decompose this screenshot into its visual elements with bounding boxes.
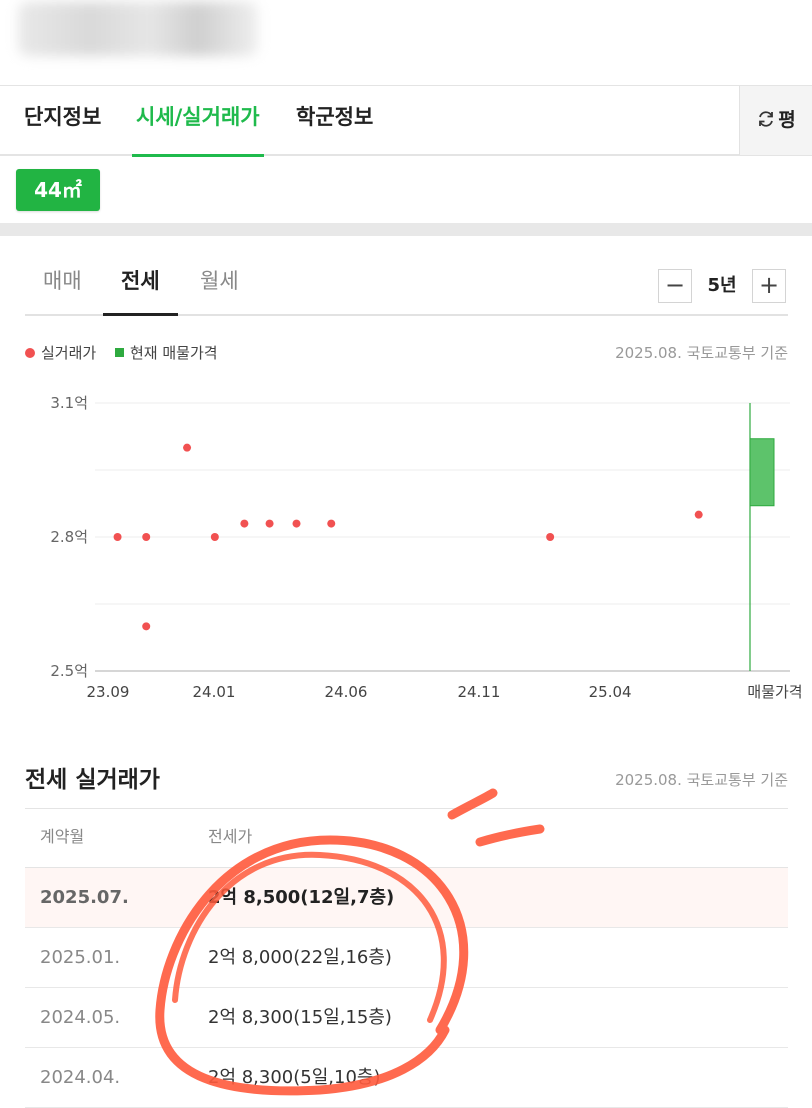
tab-jeonse[interactable]: 전세 (103, 256, 178, 316)
x-tick-label: 24.01 (193, 683, 236, 701)
table-source-note: 2025.08. 국토교통부 기준 (615, 771, 788, 789)
unit-toggle-button[interactable]: 평 (739, 86, 812, 155)
transaction-point (694, 510, 703, 519)
transaction-point (183, 443, 192, 452)
table-header: 계약월 전세가 (25, 809, 788, 868)
table-row[interactable]: 2025.07. 2억 8,500(12일,7층) (25, 868, 788, 928)
transaction-point (240, 519, 249, 528)
table-row[interactable]: 2024.05. 2억 8,300(15일,15층) (25, 988, 788, 1048)
main-tab-bar: 단지정보 시세/실거래가 학군정보 평 (0, 85, 812, 157)
tab-sale[interactable]: 매매 (43, 256, 82, 314)
table-row[interactable]: 2025.01. 2억 8,000(22일,16층) (25, 928, 788, 988)
transaction-table: 계약월 전세가 2025.07. 2억 8,500(12일,7층) 2025.0… (25, 808, 788, 1108)
y-tick-label: 2.8억 (50, 528, 88, 546)
x-tick-label: 23.09 (87, 683, 130, 701)
transaction-point (210, 533, 219, 541)
transaction-point (113, 533, 122, 541)
section-divider (0, 223, 812, 236)
row-price: 2억 8,000(22일,16층) (208, 947, 392, 968)
y-tick-label: 3.1억 (50, 394, 88, 412)
x-tick-label: 24.06 (325, 683, 368, 701)
row-month: 2024.05. (40, 1007, 121, 1028)
transaction-point (265, 519, 274, 528)
section-title: 전세 실거래가 (25, 767, 160, 793)
tab-price[interactable]: 시세/실거래가 (132, 86, 264, 157)
x-tick-label: 25.04 (589, 683, 632, 701)
row-price: 2억 8,500(12일,7층) (208, 887, 395, 908)
legend-listing: 현재 매물가격 (129, 344, 218, 362)
tab-monthly-rent[interactable]: 월세 (200, 256, 239, 314)
row-price: 2억 8,300(5일,10층) (208, 1067, 381, 1088)
unit-label: 평 (778, 109, 796, 131)
transaction-point (546, 533, 555, 541)
x-tick-label: 24.11 (457, 683, 500, 701)
transaction-point (142, 533, 151, 541)
period-decrease-button[interactable]: − (658, 269, 692, 303)
x-tick-label: 매물가격 (747, 683, 802, 701)
area-filter-chip[interactable]: 44㎡ (16, 169, 100, 211)
period-value: 5년 (707, 275, 737, 296)
transaction-dot-icon (25, 347, 35, 358)
tab-school-info[interactable]: 학군정보 (296, 86, 373, 155)
transaction-point (327, 519, 336, 528)
row-month: 2025.01. (40, 947, 121, 968)
listing-square-icon (114, 348, 124, 357)
row-price: 2억 8,300(15일,15층) (208, 1007, 392, 1028)
listing-price-bar (749, 438, 775, 507)
blurred-complex-title (18, 2, 258, 56)
column-header-month: 계약월 (40, 827, 85, 846)
table-row[interactable]: 2024.04. 2억 8,300(5일,10층) (25, 1048, 788, 1108)
refresh-icon (759, 111, 774, 127)
chart-legend: 실거래가 현재 매물가격 (25, 342, 218, 363)
header (0, 0, 812, 85)
chart-source-note: 2025.08. 국토교통부 기준 (615, 344, 788, 362)
transaction-point (292, 519, 301, 528)
column-header-price: 전세가 (208, 827, 253, 846)
legend-transactions: 실거래가 (41, 344, 97, 362)
transaction-point (142, 622, 151, 631)
y-tick-label: 2.5억 (50, 662, 88, 680)
row-month: 2025.07. (40, 887, 129, 908)
row-month: 2024.04. (40, 1067, 121, 1088)
tab-complex-info[interactable]: 단지정보 (24, 86, 101, 155)
period-increase-button[interactable]: + (752, 269, 786, 303)
price-chart: 3.1억 2.8억 2.5억 23.09 24.01 24.06 24.11 25.04 매물가… (50, 394, 802, 701)
